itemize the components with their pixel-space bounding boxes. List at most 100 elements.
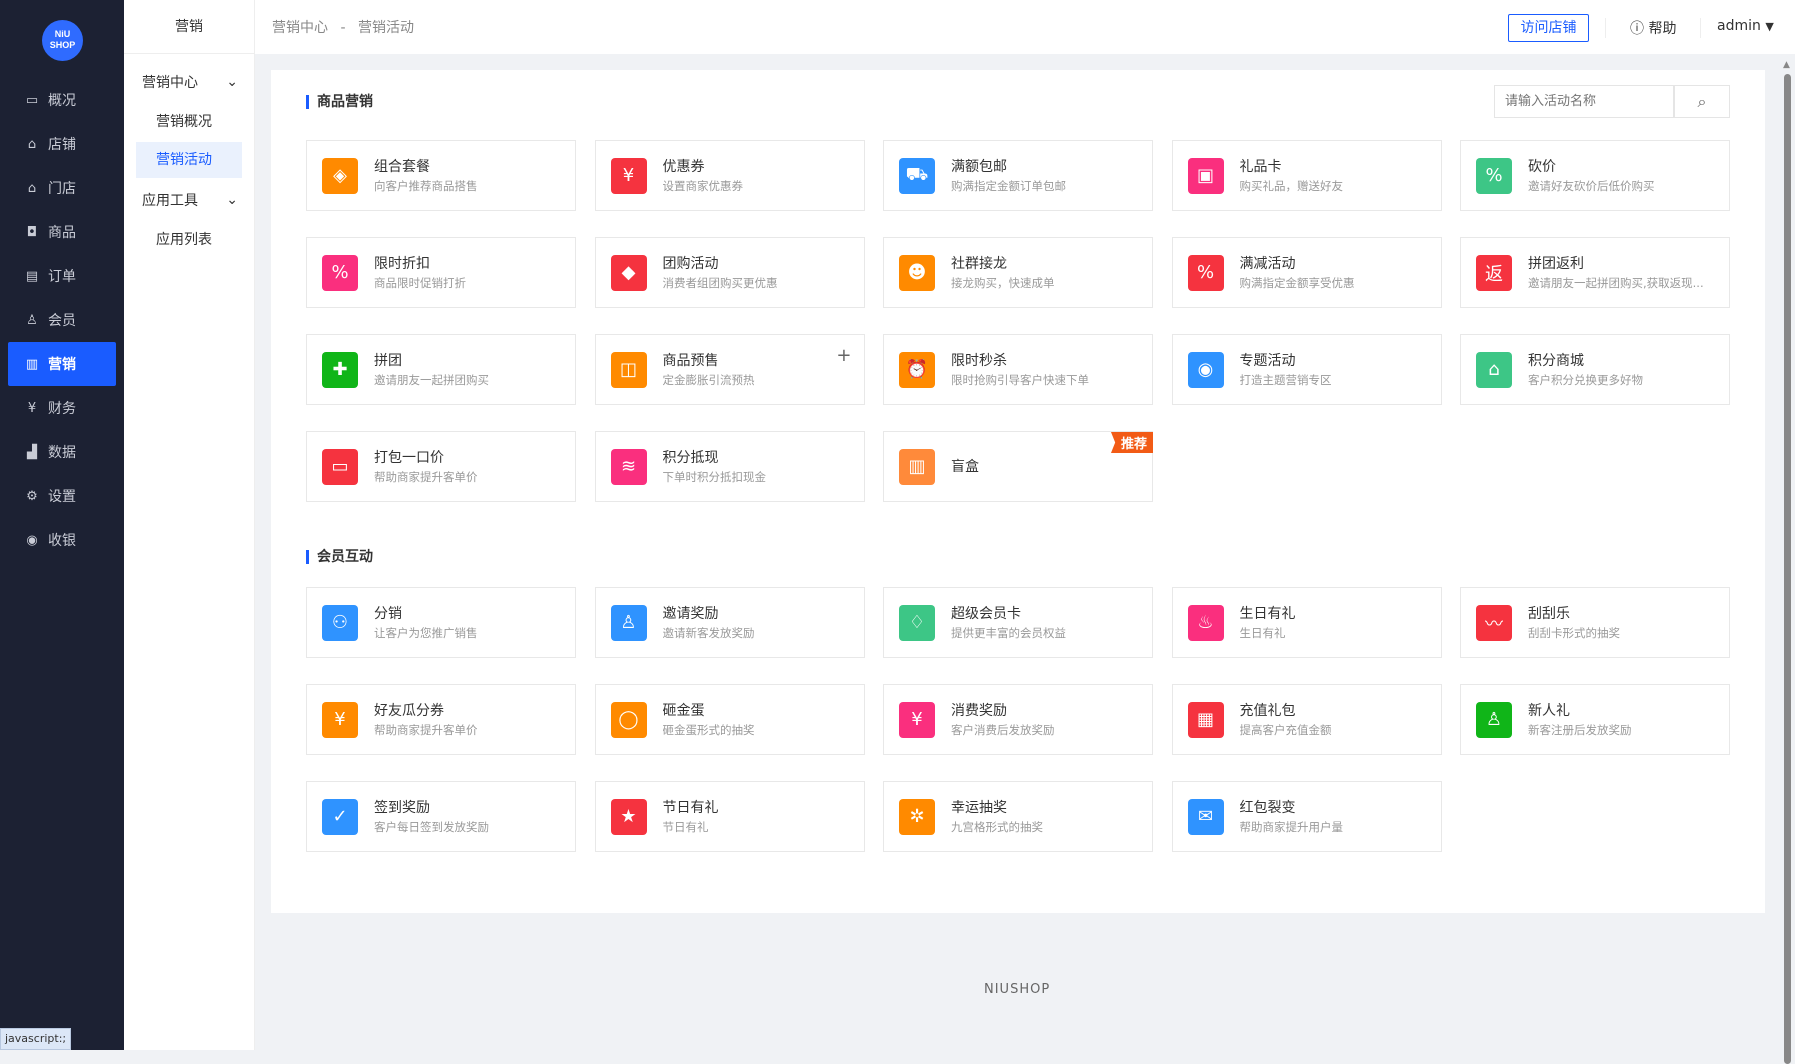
- sidebar-item[interactable]: ▤ 订单: [8, 254, 116, 298]
- activity-card-text: 满额包邮 购满指定金额订单包邮: [951, 157, 1066, 195]
- subnav-item[interactable]: 营销活动: [136, 142, 242, 178]
- activity-card[interactable]: ♙ 新人礼 新客注册后发放奖励: [1460, 684, 1730, 755]
- sidebar-item-label: 会员: [48, 313, 76, 329]
- activity-card[interactable]: % 限时折扣 商品限时促销打折: [306, 237, 576, 308]
- sidebar-item[interactable]: ▟ 数据: [8, 430, 116, 474]
- activity-desc: 帮助商家提升客单价: [374, 469, 478, 484]
- scroll-up-icon[interactable]: ▲: [1783, 60, 1790, 70]
- visit-store-button[interactable]: 访问店铺: [1508, 14, 1589, 42]
- activity-title: 好友瓜分券: [374, 702, 444, 719]
- scrollbar-thumb[interactable]: [1784, 74, 1791, 1064]
- activity-card[interactable]: ◯ 砸金蛋 砸金蛋形式的抽奖: [594, 684, 865, 755]
- sidebar-item[interactable]: ▥ 营销: [8, 342, 116, 386]
- activity-card-text: 拼团返利 邀请朋友一起拼团购买,获取返现...: [1528, 254, 1704, 292]
- activity-card[interactable]: ▥ 盲盒 推荐: [883, 431, 1153, 502]
- sidebar-item[interactable]: ⌂ 门店: [8, 166, 116, 210]
- activity-card[interactable]: ¥ 消费奖励 客户消费后发放奖励: [883, 684, 1153, 755]
- activity-desc: 设置商家优惠券: [662, 178, 744, 193]
- activity-card[interactable]: ☻ 社群接龙 接龙购买，快速成单: [883, 237, 1153, 308]
- share-coupon-icon: ¥: [322, 701, 358, 738]
- activity-card[interactable]: ♙ 邀请奖励 邀请新客发放奖励: [594, 587, 865, 658]
- activity-desc: 购满指定金额享受优惠: [1239, 275, 1355, 290]
- activity-card[interactable]: % 砍价 邀请好友砍价后低价购买: [1460, 140, 1730, 211]
- activity-desc: 购买礼品，赠送好友: [1239, 178, 1344, 193]
- activity-desc: 商品限时促销打折: [374, 275, 466, 290]
- activity-card[interactable]: ✉ 红包裂变 帮助商家提升用户量: [1171, 781, 1442, 852]
- activity-title: 邀请奖励: [662, 605, 719, 622]
- sidebar-item[interactable]: ⚙ 设置: [8, 474, 116, 518]
- activity-title: 团购活动: [662, 255, 719, 272]
- activity-card-text: 满减活动 购满指定金额享受优惠: [1240, 254, 1355, 292]
- diamond-icon: ♢: [899, 604, 935, 641]
- box-icon: ▭: [322, 448, 358, 485]
- activity-desc: 新客注册后发放奖励: [1528, 722, 1632, 737]
- activity-card-text: 超级会员卡 提供更丰富的会员权益: [951, 604, 1066, 642]
- user-menu[interactable]: admin ▼: [1717, 18, 1774, 34]
- activity-desc: 提供更丰富的会员权益: [951, 625, 1066, 640]
- breadcrumb-item[interactable]: 营销中心: [272, 20, 328, 36]
- sidebar-item[interactable]: ♙ 会员: [8, 298, 116, 342]
- activity-desc: 购满指定金额订单包邮: [951, 178, 1066, 193]
- activity-card[interactable]: ▭ 打包一口价 帮助商家提升客单价: [306, 431, 576, 502]
- activity-card[interactable]: ⌂ 积分商城 客户积分兑换更多好物: [1460, 334, 1730, 405]
- subnav-group[interactable]: 应用工具 ⌄: [124, 180, 254, 220]
- footer-brand: NIUSHOP: [984, 982, 1051, 997]
- activity-title: 刮刮乐: [1528, 605, 1570, 622]
- activity-card[interactable]: ⏰ 限时秒杀 限时抢购引导客户快速下单: [883, 334, 1153, 405]
- sidebar-item-label: 商品: [48, 225, 76, 241]
- activity-card[interactable]: ◫ 商品预售 定金膨胀引流预热 +: [594, 334, 865, 405]
- activity-card[interactable]: ♨ 生日有礼 生日有礼: [1171, 587, 1442, 658]
- activity-card[interactable]: ▣ 礼品卡 购买礼品，赠送好友: [1171, 140, 1442, 211]
- activity-card[interactable]: 返拼团返利 邀请朋友一起拼团购买,获取返现...: [1460, 237, 1730, 308]
- activity-card[interactable]: ◉ 专题活动 打造主题营销专区: [1171, 334, 1442, 405]
- activity-card[interactable]: ★ 节日有礼 节日有礼: [594, 781, 865, 852]
- activity-card[interactable]: ✓ 签到奖励 客户每日签到发放奖励: [306, 781, 576, 852]
- activity-desc: 生日有礼: [1239, 625, 1286, 640]
- activity-card[interactable]: ⚇ 分销 让客户为您推广销售: [306, 587, 576, 658]
- activity-card[interactable]: ✲ 幸运抽奖 九宫格形式的抽奖: [883, 781, 1153, 852]
- activity-title: 社群接龙: [951, 255, 1007, 272]
- subnav-group[interactable]: 营销中心 ⌄: [124, 62, 254, 102]
- activity-card[interactable]: ♢ 超级会员卡 提供更丰富的会员权益: [883, 587, 1153, 658]
- sidebar-item[interactable]: ⌂ 店铺: [8, 122, 116, 166]
- activity-card[interactable]: 〰刮刮乐 刮刮卡形式的抽奖: [1460, 587, 1730, 658]
- activity-title: 积分商城: [1528, 352, 1584, 369]
- sidebar-item[interactable]: ◉ 收银: [8, 518, 116, 562]
- subnav-group-label: 营销中心: [142, 75, 198, 91]
- sidebar-item[interactable]: ◘ 商品: [8, 210, 116, 254]
- activity-title: 组合套餐: [374, 158, 430, 175]
- add-icon[interactable]: +: [836, 345, 851, 366]
- activity-card[interactable]: ▦ 充值礼包 提高客户充值金额: [1171, 684, 1442, 755]
- activity-title: 积分抵现: [662, 449, 719, 466]
- activity-card[interactable]: ⛟ 满额包邮 购满指定金额订单包邮: [883, 140, 1153, 211]
- activity-card[interactable]: ◈ 组合套餐 向客户推荐商品搭售: [306, 140, 576, 211]
- new-user-icon: ♙: [1476, 701, 1512, 738]
- activity-card[interactable]: ◆ 团购活动 消费者组团购买更优惠: [594, 237, 865, 308]
- activity-card-text: 社群接龙 接龙购买，快速成单: [951, 254, 1055, 292]
- activity-card-text: 积分抵现 下单时积分抵扣现金: [663, 448, 767, 486]
- sidebar-item[interactable]: ¥ 财务: [8, 386, 116, 430]
- activity-card[interactable]: ✚ 拼团 邀请朋友一起拼团购买: [306, 334, 576, 405]
- activity-title: 砸金蛋: [662, 702, 705, 719]
- activity-title: 商品预售: [662, 352, 719, 369]
- activity-card[interactable]: % 满减活动 购满指定金额享受优惠: [1171, 237, 1442, 308]
- activity-title: 拼团: [374, 352, 402, 369]
- scratch-icon: 〰: [1476, 604, 1512, 641]
- activity-desc: 邀请好友砍价后低价购买: [1528, 178, 1655, 193]
- activity-card[interactable]: ¥ 优惠券 设置商家优惠券: [594, 140, 865, 211]
- subnav-item[interactable]: 应用列表: [136, 222, 242, 258]
- sidebar-item-label: 财务: [48, 401, 76, 417]
- help-link[interactable]: ⓘ 帮助: [1630, 18, 1676, 38]
- subnav-item[interactable]: 营销概况: [136, 104, 242, 140]
- activity-card[interactable]: ≋ 积分抵现 下单时积分抵扣现金: [594, 431, 865, 502]
- activity-card-text: 专题活动 打造主题营销专区: [1240, 351, 1332, 389]
- activity-card[interactable]: ¥ 好友瓜分券 帮助商家提升客单价: [306, 684, 576, 755]
- activity-search-input[interactable]: [1494, 85, 1674, 118]
- sidebar-item[interactable]: ▭ 概况: [8, 78, 116, 122]
- niushop-logo[interactable]: NiU SHOP: [42, 20, 83, 61]
- group-icon: ☻: [899, 254, 935, 291]
- coins-icon: ≋: [610, 448, 647, 485]
- scrollbar[interactable]: ▲: [1781, 56, 1793, 1064]
- egg-icon: ◯: [610, 701, 647, 738]
- search-button[interactable]: ⌕: [1674, 85, 1730, 118]
